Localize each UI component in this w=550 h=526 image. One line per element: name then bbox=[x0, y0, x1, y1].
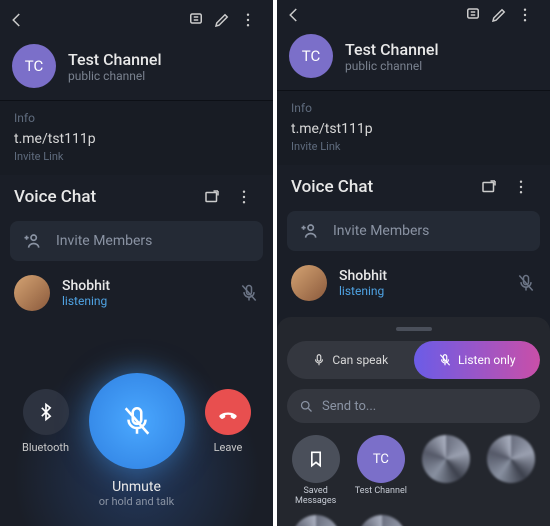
back-button[interactable] bbox=[285, 6, 309, 24]
back-button[interactable] bbox=[8, 11, 32, 29]
expand-icon[interactable] bbox=[203, 188, 227, 206]
member-row[interactable]: Shobhit listening bbox=[0, 267, 273, 319]
channel-link[interactable]: t.me/tst111p bbox=[291, 121, 536, 137]
stream-icon[interactable] bbox=[464, 6, 490, 24]
channel-avatar-small: TC bbox=[357, 435, 405, 483]
more-icon[interactable] bbox=[516, 6, 542, 24]
share-test-channel[interactable]: TC Test Channel bbox=[352, 435, 409, 507]
info-section: Info t.me/tst111p Invite Link bbox=[0, 100, 273, 175]
stream-icon[interactable] bbox=[187, 11, 213, 29]
share-targets-row-2 bbox=[287, 515, 540, 526]
more-icon[interactable] bbox=[239, 11, 265, 29]
member-status: listening bbox=[339, 284, 387, 298]
bookmark-icon bbox=[292, 435, 340, 483]
contact-avatar bbox=[487, 435, 535, 483]
invite-link-label: Invite Link bbox=[14, 150, 259, 163]
share-contact[interactable] bbox=[418, 435, 475, 507]
leave-label: Leave bbox=[214, 441, 243, 454]
listen-only-label: Listen only bbox=[458, 353, 516, 367]
edit-icon[interactable] bbox=[490, 6, 516, 24]
unmute-button[interactable] bbox=[89, 373, 185, 469]
share-item-label: Test Channel bbox=[355, 487, 407, 497]
channel-header[interactable]: TC Test Channel public channel bbox=[277, 30, 550, 90]
voicechat-header: Voice Chat bbox=[277, 165, 550, 205]
bluetooth-label: Bluetooth bbox=[22, 441, 69, 454]
channel-title: Test Channel bbox=[345, 40, 439, 59]
hold-label: or hold and talk bbox=[0, 495, 273, 508]
contact-avatar bbox=[292, 515, 340, 526]
channel-avatar: TC bbox=[289, 34, 333, 78]
channel-header[interactable]: TC Test Channel public channel bbox=[0, 40, 273, 100]
send-to-placeholder: Send to... bbox=[322, 399, 376, 414]
share-saved-messages[interactable]: Saved Messages bbox=[287, 435, 344, 507]
voicechat-title: Voice Chat bbox=[291, 177, 472, 197]
mode-toggle[interactable]: Can speak Listen only bbox=[287, 341, 540, 379]
add-user-icon bbox=[22, 231, 44, 251]
member-muted-icon[interactable] bbox=[516, 273, 536, 293]
info-section: Info t.me/tst111p Invite Link bbox=[277, 90, 550, 165]
channel-subtitle: public channel bbox=[345, 59, 439, 73]
share-item-label: Saved Messages bbox=[287, 487, 344, 507]
member-name: Shobhit bbox=[339, 268, 387, 284]
channel-link[interactable]: t.me/tst111p bbox=[14, 131, 259, 147]
channel-avatar: TC bbox=[12, 44, 56, 88]
member-row[interactable]: Shobhit listening bbox=[277, 257, 550, 309]
listen-only-pill[interactable]: Listen only bbox=[414, 341, 541, 379]
share-contact[interactable] bbox=[483, 435, 540, 507]
edit-icon[interactable] bbox=[213, 11, 239, 29]
invite-link-label: Invite Link bbox=[291, 140, 536, 153]
bluetooth-button[interactable] bbox=[23, 389, 69, 435]
share-contact[interactable] bbox=[287, 515, 345, 526]
info-label: Info bbox=[14, 111, 259, 125]
share-sheet: Can speak Listen only Send to... Saved M… bbox=[277, 317, 550, 526]
share-contact[interactable] bbox=[353, 515, 411, 526]
invite-members-button[interactable]: Invite Members bbox=[287, 211, 540, 251]
contact-avatar bbox=[358, 515, 406, 526]
call-controls: Bluetooth Leave Unmute or hold and talk bbox=[0, 373, 273, 526]
voicechat-more-icon[interactable] bbox=[235, 188, 259, 206]
top-bar bbox=[277, 0, 550, 30]
can-speak-pill[interactable]: Can speak bbox=[287, 341, 414, 379]
leave-button[interactable] bbox=[205, 389, 251, 435]
member-status: listening bbox=[62, 294, 110, 308]
voicechat-title: Voice Chat bbox=[14, 187, 195, 207]
member-muted-icon[interactable] bbox=[239, 283, 259, 303]
screen-left: TC Test Channel public channel Info t.me… bbox=[0, 0, 273, 526]
top-bar bbox=[0, 0, 273, 40]
member-avatar bbox=[14, 275, 50, 311]
member-avatar bbox=[291, 265, 327, 301]
voicechat-header: Voice Chat bbox=[0, 175, 273, 215]
screen-right: TC Test Channel public channel Info t.me… bbox=[277, 0, 550, 526]
send-to-input[interactable]: Send to... bbox=[287, 389, 540, 423]
info-label: Info bbox=[291, 101, 536, 115]
add-user-icon bbox=[299, 221, 321, 241]
voicechat-more-icon[interactable] bbox=[512, 178, 536, 196]
expand-icon[interactable] bbox=[480, 178, 504, 196]
invite-members-label: Invite Members bbox=[56, 233, 152, 249]
can-speak-label: Can speak bbox=[332, 353, 388, 367]
sheet-grabber[interactable] bbox=[396, 327, 432, 331]
contact-avatar bbox=[422, 435, 470, 483]
channel-title: Test Channel bbox=[68, 50, 162, 69]
invite-members-button[interactable]: Invite Members bbox=[10, 221, 263, 261]
unmute-label: Unmute bbox=[0, 479, 273, 495]
member-name: Shobhit bbox=[62, 278, 110, 294]
share-targets-row: Saved Messages TC Test Channel bbox=[287, 435, 540, 507]
channel-subtitle: public channel bbox=[68, 69, 162, 83]
invite-members-label: Invite Members bbox=[333, 223, 429, 239]
